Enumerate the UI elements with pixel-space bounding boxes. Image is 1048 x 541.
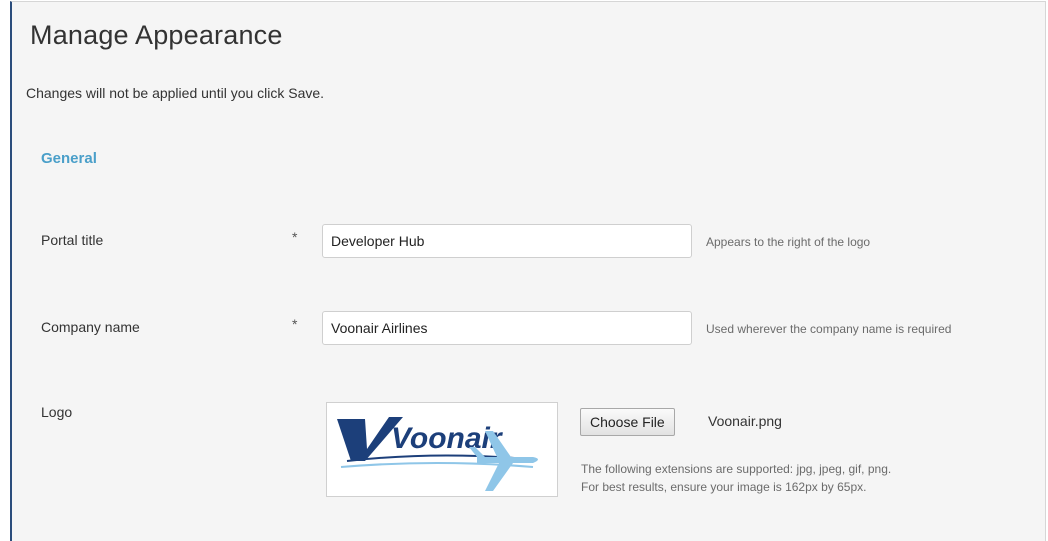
save-notice: Changes will not be applied until you cl… [26,85,325,101]
logo-label: Logo [41,404,73,420]
selected-file-name: Voonair.png [708,413,782,429]
logo-preview: Voonair [326,402,558,497]
manage-appearance-panel: Manage Appearance Changes will not be ap… [10,1,1046,541]
choose-file-button[interactable]: Choose File [580,408,675,436]
section-heading-general: General [41,150,97,167]
portal-title-label: Portal title [41,232,104,248]
company-name-input[interactable] [322,311,692,345]
company-name-label: Company name [41,319,140,335]
logo-help-text: The following extensions are supported: … [581,460,891,496]
page-title: Manage Appearance [30,20,283,50]
portal-title-required-mark: * [292,229,298,245]
company-name-required-mark: * [292,316,298,332]
company-name-help: Used wherever the company name is requir… [706,322,952,336]
portal-title-input[interactable] [322,224,692,258]
logo-wordmark: Voonair [391,422,504,455]
voonair-logo-image: Voonair [337,417,538,491]
logo-size-note: For best results, ensure your image is 1… [581,480,867,494]
supported-extensions-note: The following extensions are supported: … [581,462,892,476]
portal-title-help: Appears to the right of the logo [706,235,871,249]
